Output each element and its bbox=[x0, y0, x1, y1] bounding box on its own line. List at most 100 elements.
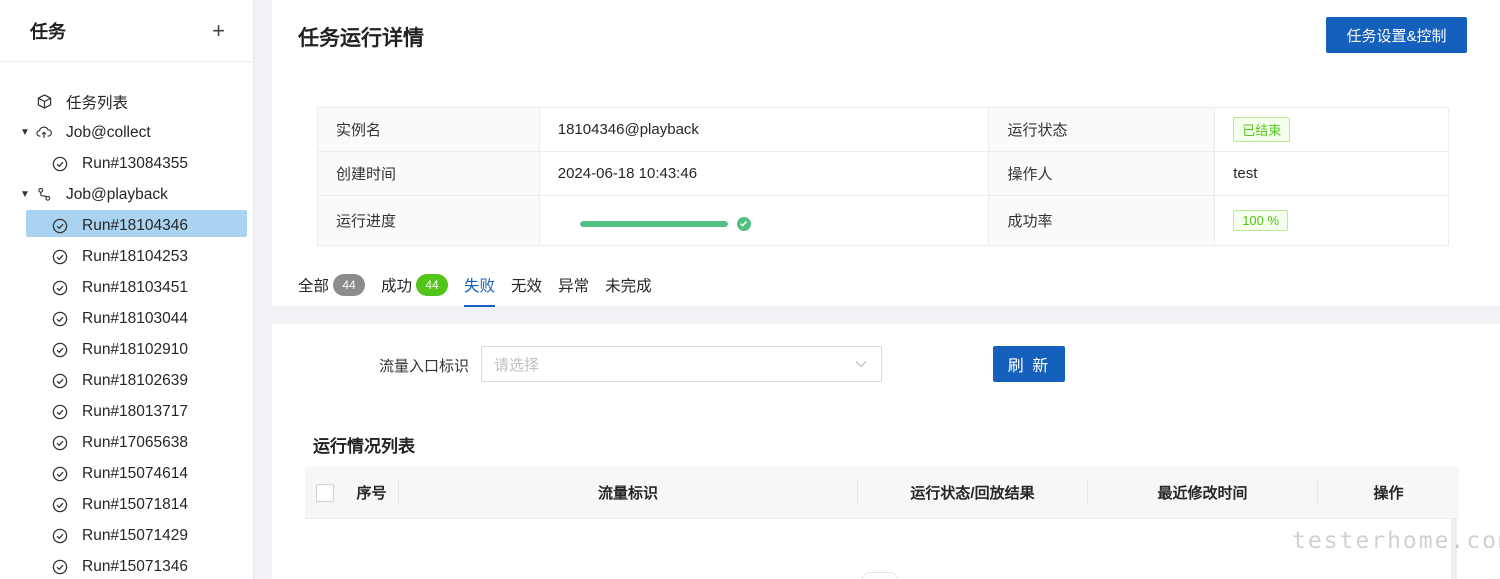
check-circle-filled-icon bbox=[736, 216, 751, 231]
success-rate-badge: 100 % bbox=[1233, 210, 1289, 231]
cube-icon bbox=[36, 94, 52, 110]
created-value: 2024-06-18 10:43:46 bbox=[538, 151, 990, 196]
main-content: 任务运行详情 任务设置&控制 实例名 18104346@playback 运行状… bbox=[272, 0, 1500, 579]
task-settings-button[interactable]: 任务设置&控制 bbox=[1326, 17, 1467, 53]
traffic-entry-select[interactable]: 请选择 bbox=[481, 346, 882, 382]
success-rate-cell: 100 % bbox=[1214, 195, 1449, 246]
col-modified-time[interactable]: 最近修改时间 bbox=[1088, 480, 1318, 505]
select-all-cell bbox=[305, 481, 345, 505]
tree-item-run[interactable]: Run#18013717 bbox=[0, 396, 253, 427]
check-circle-icon bbox=[52, 342, 68, 358]
check-circle-icon bbox=[52, 373, 68, 389]
tree-item-run[interactable]: Run#13084355 bbox=[0, 148, 253, 179]
tree-item-label: Run#13084355 bbox=[82, 154, 189, 172]
tree-item-run[interactable]: Run#15071346 bbox=[0, 551, 253, 579]
tree-item-run[interactable]: Run#18103044 bbox=[0, 303, 253, 334]
count-badge: 44 bbox=[416, 274, 449, 296]
empty-placeholder bbox=[862, 572, 898, 579]
check-circle-icon bbox=[52, 249, 68, 265]
tree-item-run-selected[interactable]: Run#18104346 bbox=[0, 210, 253, 241]
tree-item-run[interactable]: Run#18102910 bbox=[0, 334, 253, 365]
task-tree: 任务列表 ▼ Job@collect Run#13084355 ▼ Job@pl… bbox=[0, 62, 253, 579]
tab-all[interactable]: 全部 44 bbox=[298, 272, 366, 298]
check-circle-icon bbox=[52, 435, 68, 451]
status-cell: 已结束 bbox=[1214, 107, 1449, 152]
created-label: 创建时间 bbox=[317, 151, 540, 196]
task-sidebar: 任务 + 任务列表 ▼ Job@collect Run#13084355 ▼ J… bbox=[0, 0, 254, 579]
tab-incomplete[interactable]: 未完成 bbox=[605, 272, 652, 298]
tree-item-job-collect[interactable]: ▼ Job@collect bbox=[0, 117, 253, 148]
traffic-entry-label: 流量入口标识 bbox=[379, 358, 470, 375]
tab-exception[interactable]: 异常 bbox=[558, 272, 589, 298]
check-circle-icon bbox=[52, 528, 68, 544]
tree-item-label: Run#18104346 bbox=[82, 216, 189, 234]
tree-item-label: Job@playback bbox=[66, 185, 168, 203]
plus-icon[interactable]: + bbox=[212, 19, 225, 42]
progress-fill bbox=[579, 220, 728, 227]
tree-item-label: Run#17065638 bbox=[82, 433, 189, 451]
tree-item-run[interactable]: Run#15074614 bbox=[0, 458, 253, 489]
check-circle-icon bbox=[52, 466, 68, 482]
tree-item-label: Run#15071429 bbox=[82, 526, 189, 544]
sidebar-header: 任务 + bbox=[0, 0, 253, 62]
sidebar-title: 任务 bbox=[30, 21, 66, 42]
tab-label: 成功 bbox=[381, 278, 413, 295]
col-status-result[interactable]: 运行状态/回放结果 bbox=[858, 480, 1088, 505]
select-all-checkbox[interactable] bbox=[316, 483, 334, 502]
tree-item-label: Run#15071814 bbox=[82, 495, 189, 513]
instance-label: 实例名 bbox=[317, 107, 540, 152]
page-title: 任务运行详情 bbox=[298, 27, 424, 50]
tab-label: 异常 bbox=[558, 278, 590, 295]
tab-label: 失败 bbox=[464, 278, 496, 295]
tree-item-label: Run#18102910 bbox=[82, 340, 189, 358]
tree-item-run[interactable]: Run#18102639 bbox=[0, 365, 253, 396]
run-list-title: 运行情况列表 bbox=[313, 437, 415, 456]
tree-item-run[interactable]: Run#17065638 bbox=[0, 427, 253, 458]
col-traffic-id[interactable]: 流量标识 bbox=[399, 480, 858, 505]
caret-down-icon[interactable]: ▼ bbox=[20, 127, 36, 138]
branch-icon bbox=[36, 187, 52, 203]
tree-item-label: Run#18104253 bbox=[82, 247, 189, 265]
check-circle-icon bbox=[52, 218, 68, 234]
count-badge: 44 bbox=[333, 274, 366, 296]
watermark: testerhome.com bbox=[1292, 528, 1500, 554]
result-tabs: 全部 44 成功 44 失败 无效 异常 未完成 bbox=[298, 272, 668, 307]
col-actions: 操作 bbox=[1373, 485, 1404, 502]
tree-item-task-list[interactable]: 任务列表 bbox=[0, 86, 253, 117]
tree-item-run[interactable]: Run#15071814 bbox=[0, 489, 253, 520]
table-header: 序号 流量标识 运行状态/回放结果 最近修改时间 操作 bbox=[305, 467, 1459, 519]
tab-label: 未完成 bbox=[605, 278, 652, 295]
chevron-down-icon bbox=[853, 356, 869, 372]
progress-track bbox=[579, 220, 728, 227]
tree-item-run[interactable]: Run#15071429 bbox=[0, 520, 253, 551]
tree-item-label: 任务列表 bbox=[66, 94, 129, 112]
check-circle-icon bbox=[52, 559, 68, 575]
run-descriptions: 实例名 18104346@playback 运行状态 已结束 创建时间 2024… bbox=[317, 107, 1449, 246]
status-badge: 已结束 bbox=[1233, 117, 1291, 142]
operator-label: 操作人 bbox=[988, 151, 1216, 196]
tree-item-run[interactable]: Run#18104253 bbox=[0, 241, 253, 272]
tree-item-label: Run#18103044 bbox=[82, 309, 189, 327]
progress-cell bbox=[538, 195, 990, 246]
progress-label: 运行进度 bbox=[317, 195, 540, 246]
run-progress bbox=[558, 211, 971, 231]
tab-failed[interactable]: 失败 bbox=[464, 272, 496, 307]
caret-down-icon[interactable]: ▼ bbox=[20, 189, 36, 200]
tab-invalid[interactable]: 无效 bbox=[511, 272, 542, 298]
check-circle-icon bbox=[52, 311, 68, 327]
tree-item-label: Run#18103451 bbox=[82, 278, 189, 296]
check-circle-icon bbox=[52, 497, 68, 513]
run-detail-card: 任务运行详情 任务设置&控制 实例名 18104346@playback 运行状… bbox=[272, 0, 1500, 307]
tree-item-run[interactable]: Run#18103451 bbox=[0, 272, 253, 303]
tab-success[interactable]: 成功 44 bbox=[381, 272, 449, 298]
cloud-upload-icon bbox=[36, 125, 52, 141]
select-placeholder: 请选择 bbox=[494, 356, 540, 374]
tree-item-label: Job@collect bbox=[66, 123, 151, 141]
col-index[interactable]: 序号 bbox=[345, 480, 399, 505]
tab-label: 全部 bbox=[298, 278, 330, 295]
check-circle-icon bbox=[52, 404, 68, 420]
tree-item-job-playback[interactable]: ▼ Job@playback bbox=[0, 179, 253, 210]
tree-item-label: Run#15074614 bbox=[82, 464, 189, 482]
refresh-button[interactable]: 刷 新 bbox=[993, 346, 1065, 382]
tab-label: 无效 bbox=[511, 278, 543, 295]
